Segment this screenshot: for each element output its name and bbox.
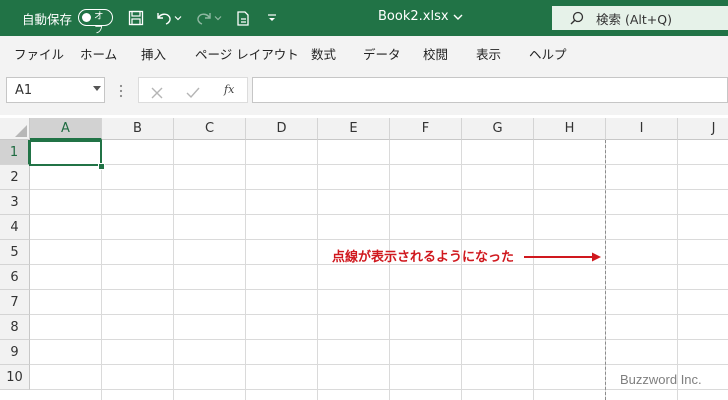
search-icon bbox=[570, 11, 584, 25]
column-header-a[interactable]: A bbox=[30, 118, 102, 140]
enter-check-icon[interactable] bbox=[186, 84, 200, 103]
column-header-f[interactable]: F bbox=[390, 118, 462, 140]
column-header-g[interactable]: G bbox=[462, 118, 534, 140]
tab-data[interactable]: データ bbox=[363, 44, 401, 63]
row-header-6[interactable]: 6 bbox=[0, 265, 30, 290]
active-cell-a1[interactable] bbox=[29, 140, 102, 166]
tab-formulas[interactable]: 数式 bbox=[311, 44, 336, 63]
tab-home[interactable]: ホーム bbox=[80, 44, 117, 63]
row-header-3[interactable]: 3 bbox=[0, 190, 30, 215]
column-header-b[interactable]: B bbox=[102, 118, 174, 140]
column-header-c[interactable]: C bbox=[174, 118, 246, 140]
toggle-text: オフ bbox=[94, 11, 104, 36]
column-header-h[interactable]: H bbox=[534, 118, 606, 140]
file-name: Book2.xlsx bbox=[378, 9, 449, 24]
name-box[interactable]: A1 bbox=[6, 77, 105, 103]
select-all-corner[interactable] bbox=[0, 118, 30, 140]
insert-function-icon[interactable]: fx bbox=[223, 81, 239, 100]
page-break-line bbox=[605, 140, 606, 400]
row-header-4[interactable]: 4 bbox=[0, 215, 30, 240]
arrow-right-icon bbox=[524, 248, 602, 267]
row-header-8[interactable]: 8 bbox=[0, 315, 30, 340]
tab-insert[interactable]: 挿入 bbox=[141, 44, 166, 63]
redo-dropdown-icon[interactable] bbox=[213, 8, 223, 28]
file-name-dropdown[interactable]: Book2.xlsx bbox=[378, 9, 463, 24]
redo-icon[interactable] bbox=[194, 8, 214, 28]
tab-help[interactable]: ヘルプ bbox=[529, 44, 567, 63]
row-header-10[interactable]: 10 bbox=[0, 365, 30, 390]
svg-text:fx: fx bbox=[223, 83, 235, 96]
chevron-down-icon bbox=[453, 13, 463, 21]
autosave-label: 自動保存 bbox=[22, 12, 73, 27]
name-box-dropdown-icon[interactable] bbox=[93, 86, 101, 91]
cell-area[interactable] bbox=[30, 140, 728, 400]
tab-review[interactable]: 校閲 bbox=[423, 44, 448, 63]
column-header-d[interactable]: D bbox=[246, 118, 318, 140]
annotation-text: 点線が表示されるようになった bbox=[332, 250, 515, 265]
search-box[interactable]: 検索 (Alt+Q) bbox=[552, 6, 728, 30]
ribbon-tabs: ファイル ホーム 挿入 ページ レイアウト 数式 データ 校閲 表示 ヘルプ bbox=[0, 36, 728, 68]
column-header-i[interactable]: I bbox=[606, 118, 678, 140]
undo-icon[interactable] bbox=[154, 8, 174, 28]
row-header-5[interactable]: 5 bbox=[0, 240, 30, 265]
column-header-j[interactable]: J bbox=[678, 118, 728, 140]
formula-buttons: fx bbox=[138, 77, 248, 103]
row-header-7[interactable]: 7 bbox=[0, 290, 30, 315]
tab-file[interactable]: ファイル bbox=[14, 44, 64, 63]
toggle-knob bbox=[82, 12, 91, 22]
formula-input[interactable] bbox=[252, 77, 728, 103]
annotation-callout: 点線が表示されるようになった bbox=[332, 246, 514, 265]
row-header-9[interactable]: 9 bbox=[0, 340, 30, 365]
row-header-2[interactable]: 2 bbox=[0, 165, 30, 190]
title-bar: 自動保存 オフ Book2.xlsx 検索 (Alt+Q) bbox=[0, 0, 728, 36]
vertical-dots-icon[interactable] bbox=[119, 83, 123, 98]
cancel-icon[interactable] bbox=[151, 84, 163, 103]
name-box-value: A1 bbox=[15, 83, 33, 98]
autosave-toggle[interactable]: オフ bbox=[78, 9, 113, 36]
tab-view[interactable]: 表示 bbox=[476, 44, 501, 63]
paste-icon[interactable] bbox=[233, 8, 253, 28]
tab-page-layout[interactable]: ページ レイアウト bbox=[195, 44, 299, 63]
customize-toolbar-icon[interactable] bbox=[262, 8, 282, 28]
worksheet-grid: A B C D E F G H I J 1 2 3 4 5 6 7 8 9 10… bbox=[0, 118, 728, 400]
watermark: Buzzword Inc. bbox=[620, 372, 702, 387]
formula-bar: A1 fx bbox=[0, 67, 728, 115]
column-header-e[interactable]: E bbox=[318, 118, 390, 140]
save-icon[interactable] bbox=[126, 8, 146, 28]
search-label: 検索 (Alt+Q) bbox=[596, 11, 672, 27]
fill-handle[interactable] bbox=[98, 163, 105, 170]
row-header-1[interactable]: 1 bbox=[0, 140, 30, 165]
undo-dropdown-icon[interactable] bbox=[173, 8, 183, 28]
